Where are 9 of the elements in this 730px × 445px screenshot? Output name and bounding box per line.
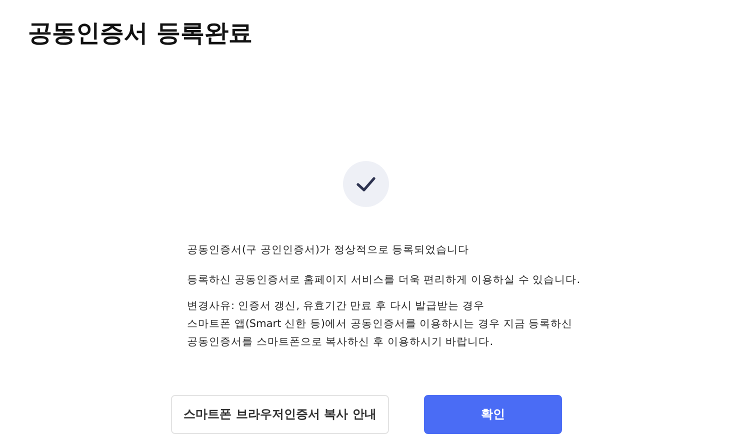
note-text: 스마트폰 앱(Smart 신한 등)에서 공동인증서를 이용하시는 경우 지금 등록하신 <box>187 317 574 332</box>
note-text: 공동인증서를 스마트폰으로 복사하신 후 이용하시기 바랍니다. <box>187 335 494 350</box>
note-text: 변경사유: 인증서 갱신, 유효기간 만료 후 다시 발급받는 경우 <box>187 299 486 314</box>
guide-button[interactable]: 스마트폰 브라우저인증서 복사 안내 <box>171 395 389 434</box>
confirm-button[interactable]: 확인 <box>424 395 562 434</box>
page-title: 공동인증서 등록완료 <box>27 18 254 48</box>
success-message: 공동인증서(구 공인인증서)가 정상적으로 등록되었습니다 <box>187 243 470 258</box>
info-text: 등록하신 공동인증서로 홈페이지 서비스를 더욱 편리하게 이용하실 수 있습니다. <box>187 273 582 288</box>
check-icon <box>343 161 389 207</box>
